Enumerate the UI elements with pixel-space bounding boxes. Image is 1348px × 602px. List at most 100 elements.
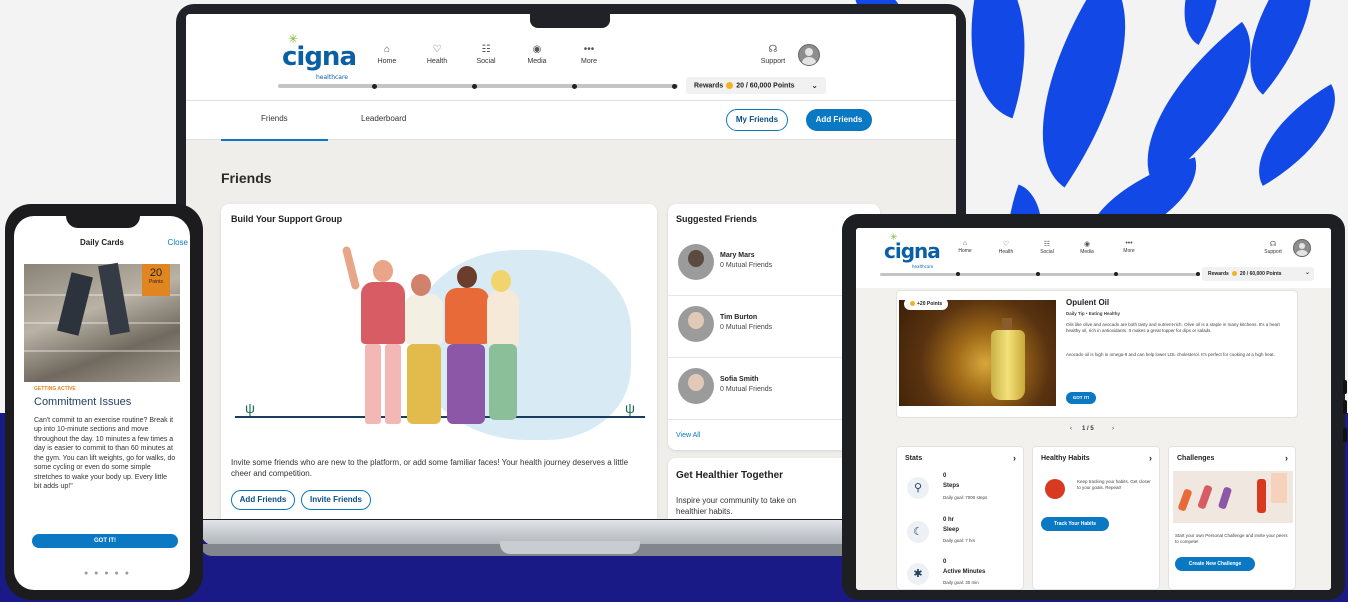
stat-goal: Daily goal: 30 min (943, 580, 979, 585)
friend-name: Mary Mars (720, 252, 755, 259)
nav-label: Media (1080, 249, 1094, 255)
daily-cards-header: Daily Cards (79, 238, 125, 247)
view-all-link[interactable]: View All (676, 432, 700, 439)
tip-subtitle: Daily Tip • Eating Healthy (1066, 311, 1121, 316)
card-description: Invite some friends who are new to the p… (231, 458, 629, 478)
stat-label: Steps (943, 483, 960, 489)
nav-label: More (1123, 248, 1135, 254)
pager-dots[interactable]: ● ● ● ● ● (84, 570, 131, 577)
headset-icon: ☊ (768, 44, 778, 55)
friend-name: Tim Burton (720, 314, 758, 321)
card-description: Inspire your community to take on health… (676, 496, 797, 516)
tab-leaderboard[interactable]: Leaderboard (361, 114, 406, 123)
nav-more[interactable]: ••• More (1118, 240, 1140, 254)
friends-tabs: Friends Leaderboard My Friends Add Frien… (186, 100, 956, 141)
play-icon: ◉ (1083, 241, 1091, 248)
avatar (678, 368, 714, 404)
nav-label: Home (377, 58, 397, 65)
nav-support[interactable]: ☊ Support (758, 44, 788, 65)
points-chip: +20 Points (904, 298, 949, 310)
stat-goal: Daily goal: 7 hrs (943, 538, 976, 543)
chevron-right-icon[interactable]: › (1149, 453, 1152, 463)
rewards-label: Rewards (1208, 271, 1229, 277)
nav-social[interactable]: ☷ Social (1036, 240, 1058, 255)
heart-icon: ♡ (432, 44, 442, 55)
card-title: Challenges (1177, 455, 1215, 462)
friend-name: Sofia Smith (720, 376, 759, 383)
runner-figure (1177, 488, 1193, 512)
support-group-card: Build Your Support Group ψ ψ Invite some… (221, 204, 657, 519)
card-title: Healthy Habits (1041, 455, 1090, 462)
coin-icon (726, 82, 734, 89)
heart-icon: ♡ (1002, 241, 1010, 248)
person-head (491, 270, 511, 292)
rewards-dropdown[interactable]: Rewards 20 / 60,000 Points ⌄ (1202, 267, 1314, 281)
card-title: Get Healthier Together (676, 470, 784, 481)
pager-count: 1 / 5 (1082, 426, 1094, 432)
coin-icon (1231, 271, 1237, 277)
nav-media[interactable]: ◉ Media (524, 44, 550, 65)
tablet-side-button (1343, 380, 1347, 394)
moon-icon: ☾ (907, 521, 929, 543)
tip-paragraph: Oils like olive and avocado are both tas… (1066, 322, 1280, 334)
nav-media[interactable]: ◉ Media (1076, 240, 1098, 255)
cigna-logo[interactable]: cigna healthcare (282, 42, 357, 81)
progress-dot (1114, 272, 1118, 276)
leg-silhouette (98, 262, 130, 336)
home-icon: ⌂ (383, 44, 391, 55)
person-head (411, 274, 431, 296)
stat-value: 0 (943, 473, 947, 479)
nav-label: Social (1040, 249, 1054, 255)
pager-next[interactable]: › (1112, 426, 1114, 432)
card-body: Can't commit to an exercise routine? Bre… (34, 417, 176, 491)
avatar[interactable] (798, 44, 820, 66)
laptop-camera-notch (530, 4, 610, 28)
people-icon: ☷ (481, 44, 491, 55)
tab-friends[interactable]: Friends (221, 114, 327, 141)
nav-health[interactable]: ♡ Health (424, 44, 450, 65)
person-arm (341, 245, 361, 291)
nav-social[interactable]: ☷ Social (473, 44, 499, 65)
chevron-right-icon[interactable]: › (1285, 453, 1288, 463)
progress-dot (672, 84, 677, 89)
nav-home[interactable]: ⌂ Home (374, 44, 400, 65)
avatar[interactable] (1293, 239, 1311, 257)
cigna-logo[interactable]: cigna healthcare (884, 239, 941, 269)
person-head (373, 260, 393, 282)
person-leg (447, 344, 485, 424)
got-it-button[interactable]: GOT IT! (32, 534, 178, 548)
nav-home[interactable]: ⌂ Home (954, 240, 976, 254)
runner-figure (1197, 484, 1213, 510)
stat-value: 0 hr (943, 517, 955, 523)
create-challenge-button[interactable]: Create New Challenge (1175, 557, 1255, 571)
points-value: 20 (149, 267, 163, 279)
mutual-friends: 0 Mutual Friends (720, 386, 773, 393)
rewards-label: Rewards (694, 82, 724, 90)
chevron-right-icon[interactable]: › (1013, 453, 1016, 463)
person-leg (365, 344, 381, 424)
add-friends-button[interactable]: Add Friends (231, 490, 295, 510)
track-habits-button[interactable]: Track Your Habits (1041, 517, 1109, 531)
person-illustration (445, 288, 489, 344)
progress-dot (572, 84, 577, 89)
rewards-dropdown[interactable]: Rewards 20 / 60,000 Points ⌄ (686, 77, 826, 95)
my-friends-button[interactable]: My Friends (726, 109, 788, 131)
nav-more[interactable]: ••• More (576, 44, 602, 65)
standing-figure (1257, 479, 1266, 513)
got-it-button[interactable]: GOT IT! (1066, 392, 1096, 404)
pager-prev[interactable]: ‹ (1070, 426, 1072, 432)
add-friends-button[interactable]: Add Friends (806, 109, 872, 131)
close-link[interactable]: Close (168, 238, 188, 247)
flag-shape (1271, 473, 1287, 503)
stat-label: Active Minutes (943, 569, 986, 575)
invite-friends-button[interactable]: Invite Friends (301, 490, 371, 510)
card-title: Suggested Friends (676, 214, 758, 224)
logo-tagline: healthcare (912, 264, 934, 269)
nav-support[interactable]: ☊ Support (1260, 240, 1286, 255)
plant-icon: ψ (245, 400, 255, 416)
nav-label: Health (998, 249, 1014, 255)
plant-icon: ψ (625, 400, 635, 416)
daily-card-image: 20 Points (24, 262, 180, 382)
stat-value: 0 (943, 559, 947, 565)
nav-health[interactable]: ♡ Health (995, 240, 1017, 255)
